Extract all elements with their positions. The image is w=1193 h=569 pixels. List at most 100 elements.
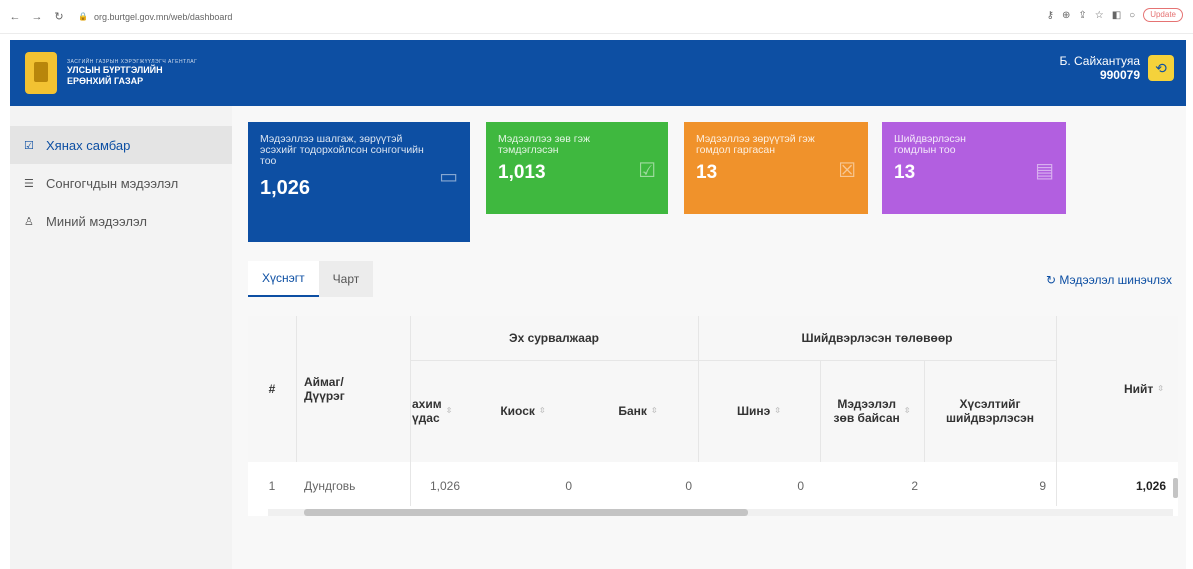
stat-card-correct: Мэдээллээ зөв гэж тэмдэглэсэн 1,013 ☑: [486, 122, 668, 214]
browser-actions: ⚷ ⊕ ⇪ ☆ ◧ ○ Update: [1047, 8, 1183, 22]
cell-num: 1: [268, 479, 276, 493]
logout-icon: ⟲: [1155, 59, 1167, 76]
cell-new: 0: [797, 479, 804, 493]
cell-resolved: 9: [1039, 479, 1046, 493]
header-resolved[interactable]: Хүсэлтийг шийдвэрлэсэн: [924, 360, 1056, 462]
header-group-resolved: Шийдвэрлэсэн төлөвөөр: [801, 331, 953, 345]
update-button[interactable]: Update: [1143, 8, 1183, 22]
cross-box-icon: ☒: [838, 160, 856, 182]
star-icon[interactable]: ☆: [1095, 10, 1104, 21]
sort-icon[interactable]: ⇳: [651, 404, 658, 418]
header-total[interactable]: Нийт ⇳: [1056, 316, 1178, 462]
header-num: #: [268, 382, 276, 396]
header-kiosk-label: Киоск: [500, 404, 535, 418]
cell-correct: 2: [911, 479, 918, 493]
user-id: 990079: [1099, 68, 1140, 82]
org-subtitle: ЗАСГИЙН ГАЗРЫН ХЭРЭГЖҮҮЛЭГЧ АГЕНТЛАГ: [67, 59, 198, 65]
header-digital-line2: үдас: [412, 411, 440, 425]
header-correct[interactable]: Мэдээлэл зөв байсан ⇳: [820, 360, 924, 462]
header-aimag-line1: Аймаг/: [304, 375, 344, 389]
cell-kiosk: 0: [565, 479, 572, 493]
sidebar-toggle-icon[interactable]: ◧: [1112, 10, 1121, 21]
stat-card-complaints: Мэдээллээ зөрүүтэй гэж гомдол гаргасан 1…: [684, 122, 868, 214]
stat-card-title: Мэдээллээ зөрүүтэй гэж гомдол гаргасан: [696, 133, 815, 156]
emblem-logo: [25, 52, 57, 94]
sidebar-item-label: Миний мэдээлэл: [46, 213, 147, 229]
sidebar-item-label: Хянах самбар: [46, 137, 131, 153]
sidebar-item-dashboard[interactable]: ☑ Хянах самбар: [10, 126, 232, 164]
header-digital[interactable]: ахим үдас ⇳: [410, 360, 468, 462]
sort-icon[interactable]: ⇳: [774, 404, 781, 418]
address-bar[interactable]: 🔒 org.burtgel.gov.mn/web/dashboard: [78, 7, 232, 27]
stat-card-title: Мэдээллээ шалгаж, зөрүүтэй эсэхийг тодор…: [260, 133, 424, 167]
stat-card-resolved: Шийдвэрлэсэн гомдлын тоо 13 ▤: [882, 122, 1066, 214]
main-content: Мэдээллээ шалгаж, зөрүүтэй эсэхийг тодор…: [232, 106, 1186, 569]
sort-icon[interactable]: ⇳: [1157, 382, 1164, 396]
stats-table: Эх сурвалжаар Шийдвэрлэсэн төлөвөөр # Ай…: [248, 316, 1178, 516]
user-icon: ♙: [24, 215, 34, 228]
stat-card-title: Шийдвэрлэсэн гомдлын тоо: [894, 133, 966, 156]
logout-button[interactable]: ⟲: [1148, 55, 1174, 81]
user-name: Б. Сайхантуяа: [1059, 54, 1140, 68]
sort-icon[interactable]: ⇳: [446, 404, 453, 418]
document-icon: ▤: [1035, 160, 1054, 182]
sidebar-item-my-info[interactable]: ♙ Миний мэдээлэл: [10, 202, 232, 240]
stat-card-value: 13: [894, 162, 916, 183]
header-bank[interactable]: Банк ⇳: [578, 360, 698, 462]
header-aimag: Аймаг/ Дүүрэг: [296, 316, 410, 462]
refresh-label: Мэдээлэл шинэчлэх: [1059, 273, 1172, 287]
cell-aimag: Дундговь: [304, 479, 356, 493]
tab-table[interactable]: Хүснэгт: [248, 261, 319, 297]
sidebar: ☑ Хянах самбар ☰ Сонгогчдын мэдээлэл ♙ М…: [10, 106, 232, 569]
header-resolved-line1: Хүсэлтийг: [959, 397, 1021, 411]
header-aimag-line2: Дүүрэг: [304, 389, 345, 403]
check-box-icon: ☑: [638, 160, 656, 182]
header-bank-label: Банк: [618, 404, 647, 418]
dashboard-icon: ☑: [24, 139, 34, 152]
stat-card-title: Мэдээллээ зөв гэж тэмдэглэсэн: [498, 133, 590, 156]
app-header: ЗАСГИЙН ГАЗРЫН ХЭРЭГЖҮҮЛЭГЧ АГЕНТЛАГ УЛС…: [10, 40, 1186, 106]
tab-chart[interactable]: Чарт: [318, 261, 374, 297]
folder-icon: ▭: [439, 166, 458, 188]
lock-icon: 🔒: [78, 12, 88, 21]
header-correct-line1: Мэдээлэл: [837, 397, 896, 411]
header-new-label: Шинэ: [736, 404, 771, 418]
refresh-icon: ↻: [1045, 273, 1057, 287]
org-logo-text: ЗАСГИЙН ГАЗРЫН ХЭРЭГЖҮҮЛЭГЧ АГЕНТЛАГ УЛС…: [67, 59, 197, 87]
header-resolved-line2: шийдвэрлэсэн: [945, 411, 1035, 425]
header-total-label: Нийт: [1124, 382, 1154, 396]
refresh-link[interactable]: ↻ Мэдээлэл шинэчлэх: [1046, 273, 1172, 287]
cell-bank: 0: [685, 479, 692, 493]
list-icon: ☰: [24, 177, 34, 190]
cell-total: 1,026: [1135, 479, 1166, 493]
user-area: Б. Сайхантуяа 990079 ⟲: [1059, 54, 1174, 82]
header-group-source: Эх сурвалжаар: [509, 331, 599, 345]
browser-toolbar: ← → ↻ 🔒 org.burtgel.gov.mn/web/dashboard…: [0, 0, 1193, 34]
sort-icon[interactable]: ⇳: [904, 404, 911, 418]
sidebar-item-voter-info[interactable]: ☰ Сонгогчдын мэдээлэл: [10, 164, 232, 202]
url-text: org.burtgel.gov.mn/web/dashboard: [93, 11, 233, 22]
header-digital-line1: ахим: [412, 397, 442, 411]
header-new[interactable]: Шинэ ⇳: [698, 360, 820, 462]
org-name-line2: ЕРӨНХИЙ ГАЗАР: [67, 76, 144, 86]
cell-digital: 1,026: [429, 479, 460, 493]
header-kiosk[interactable]: Киоск ⇳: [468, 360, 578, 462]
key-icon[interactable]: ⚷: [1047, 10, 1054, 21]
horizontal-scroll-thumb[interactable]: [304, 509, 748, 516]
sidebar-item-label: Сонгогчдын мэдээлэл: [46, 175, 179, 191]
forward-icon[interactable]: →: [30, 10, 44, 24]
reload-icon[interactable]: ↻: [52, 10, 66, 24]
org-name-line1: УЛСЫН БҮРТГЭЛИЙН: [67, 65, 163, 75]
zoom-icon[interactable]: ⊕: [1062, 10, 1070, 21]
back-icon[interactable]: ←: [8, 10, 22, 24]
stat-card-value: 13: [696, 162, 718, 183]
sort-icon[interactable]: ⇳: [539, 404, 546, 418]
header-correct-line2: зөв байсан: [833, 411, 900, 425]
share-icon[interactable]: ⇪: [1078, 10, 1086, 21]
horizontal-scrollbar[interactable]: [268, 509, 1173, 516]
profile-icon[interactable]: ○: [1129, 10, 1135, 21]
stat-card-checked: Мэдээллээ шалгаж, зөрүүтэй эсэхийг тодор…: [248, 122, 470, 242]
vertical-scrollbar[interactable]: [1173, 478, 1178, 498]
stat-card-value: 1,026: [260, 177, 311, 199]
view-tabs: Хүснэгт Чарт: [248, 261, 374, 297]
